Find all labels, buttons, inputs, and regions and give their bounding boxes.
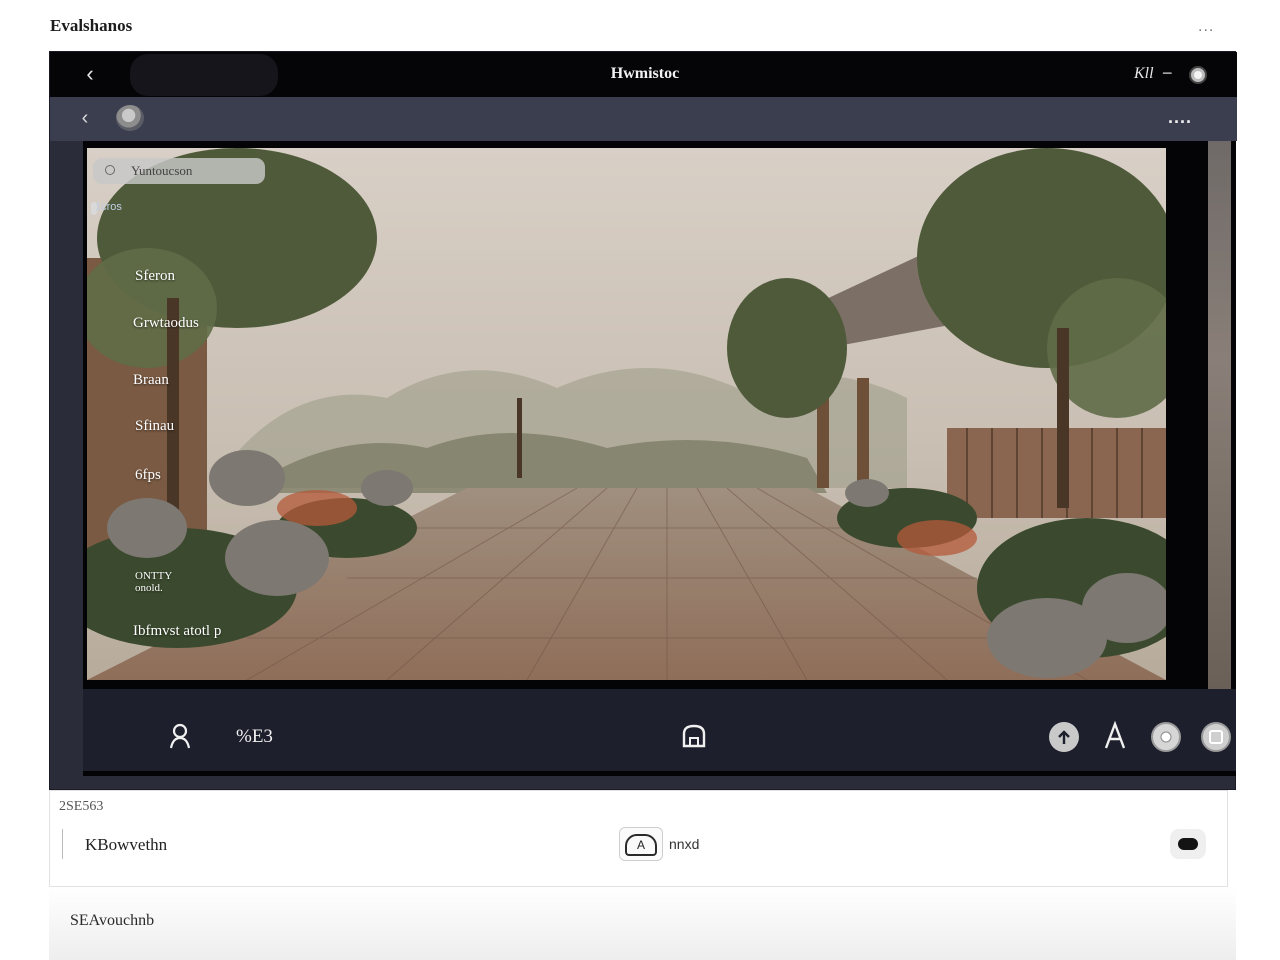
page: Evalshanos ... ‹ Hwmistoc Kll − ‹ .... Y… xyxy=(0,0,1280,960)
details-code: 2SE563 xyxy=(59,799,104,814)
sub-toolbar: ‹ .... xyxy=(50,97,1237,141)
cloud-upload-icon[interactable] xyxy=(1049,722,1079,752)
footer: SEAvouchnb xyxy=(49,887,1236,960)
status-code: %E3 xyxy=(236,726,273,747)
avatar[interactable] xyxy=(116,105,144,131)
toggle-switch[interactable] xyxy=(1170,829,1206,859)
menu-item-1[interactable]: Sferon xyxy=(135,268,175,285)
text-icon[interactable] xyxy=(1101,720,1129,752)
menu-item-4[interactable]: Sfinau xyxy=(135,418,174,435)
media-viewer: Yuntoucson 1cros Sferon Grwtaodus Braan … xyxy=(83,141,1236,776)
details-panel: 2SE563 KBowvethn A nnxd xyxy=(49,790,1228,887)
page-title: Evalshanos xyxy=(50,16,133,35)
details-name: KBowvethn xyxy=(85,835,168,854)
control-bar: %E3 xyxy=(83,689,1236,771)
square-icon[interactable] xyxy=(1201,722,1231,752)
chevron-left-icon[interactable]: ‹ xyxy=(74,106,96,130)
menu-item-3[interactable]: Braan xyxy=(133,372,169,389)
record-icon[interactable] xyxy=(1189,66,1207,84)
back-arrow-icon[interactable]: ‹ xyxy=(78,62,102,86)
garden-photo: Yuntoucson 1cros Sferon Grwtaodus Braan … xyxy=(87,148,1166,680)
footer-text: SEAvouchnb xyxy=(70,912,155,929)
tag-label: 1cros xyxy=(95,201,122,213)
minimize-icon[interactable]: − xyxy=(1162,63,1173,84)
more-options-button[interactable]: .... xyxy=(1168,107,1192,128)
search-input[interactable]: Yuntoucson xyxy=(93,158,265,184)
garden-scene-image xyxy=(87,148,1166,680)
user-icon[interactable] xyxy=(167,722,195,752)
search-icon xyxy=(105,165,115,175)
home-icon[interactable] xyxy=(680,722,708,750)
disc-icon[interactable] xyxy=(1151,722,1181,752)
menu-item-2[interactable]: Grwtaodus xyxy=(133,315,199,332)
page-more-menu[interactable]: ... xyxy=(1198,18,1214,36)
side-preview-strip[interactable] xyxy=(1208,141,1231,689)
divider xyxy=(62,829,63,859)
search-placeholder: Yuntoucson xyxy=(131,163,193,178)
arch-icon: A xyxy=(625,834,657,856)
blurred-tab xyxy=(130,54,278,96)
app-window: ‹ Hwmistoc Kll − ‹ .... Yuntoucson 1cros… xyxy=(49,51,1237,790)
window-title: Hwmistoc xyxy=(610,65,680,82)
chip-label: nnxd xyxy=(669,836,700,852)
menu-item-small[interactable]: ONTTY onold. xyxy=(135,570,172,594)
info-item[interactable]: Ibfmvst atotl p xyxy=(133,623,221,640)
window-right-label: Kll xyxy=(1134,65,1154,82)
menu-item-5[interactable]: 6fps xyxy=(135,467,161,484)
title-bar: ‹ Hwmistoc Kll − xyxy=(50,52,1237,97)
home-chip-button[interactable]: A xyxy=(619,827,663,861)
